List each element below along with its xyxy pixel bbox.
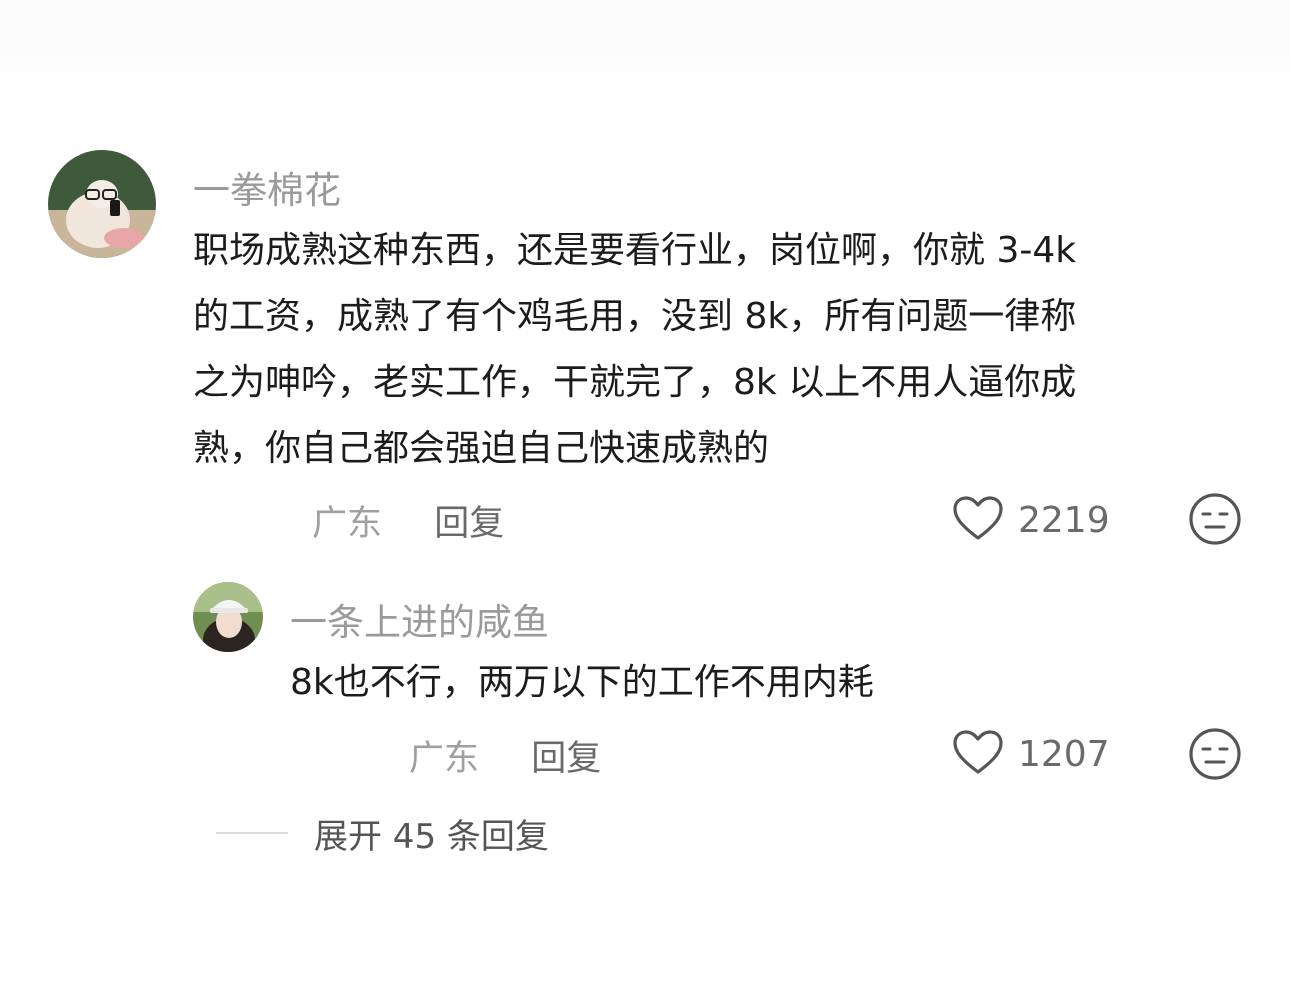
expand-replies-label: 展开 45 条回复 (314, 816, 549, 857)
comment-2-like-count: 1207 (1018, 733, 1110, 775)
comment-2-text: 8k也不行，两万以下的工作不用内耗 (290, 662, 874, 703)
avatar-girl-hat[interactable] (193, 582, 263, 652)
meh-face-icon (1188, 728, 1242, 785)
expand-replies-button[interactable]: 展开 45 条回复 (216, 810, 549, 857)
heart-outline-icon (952, 729, 1004, 779)
expand-divider-line (216, 832, 288, 834)
comment-2-reply-button[interactable]: 回复 (531, 739, 601, 779)
comment-2-location: 广东 (409, 739, 480, 779)
comment-2-like-button[interactable]: 1207 (952, 726, 1110, 782)
comment-2-username[interactable]: 一条上进的咸鱼 (290, 592, 549, 646)
comment-2-dislike-button[interactable] (1188, 727, 1242, 785)
comment-2: 一条上进的咸鱼 8k也不行，两万以下的工作不用内耗 广东 回复 1207 (0, 0, 1290, 800)
comment-2-meta: 广东 回复 (409, 730, 601, 781)
